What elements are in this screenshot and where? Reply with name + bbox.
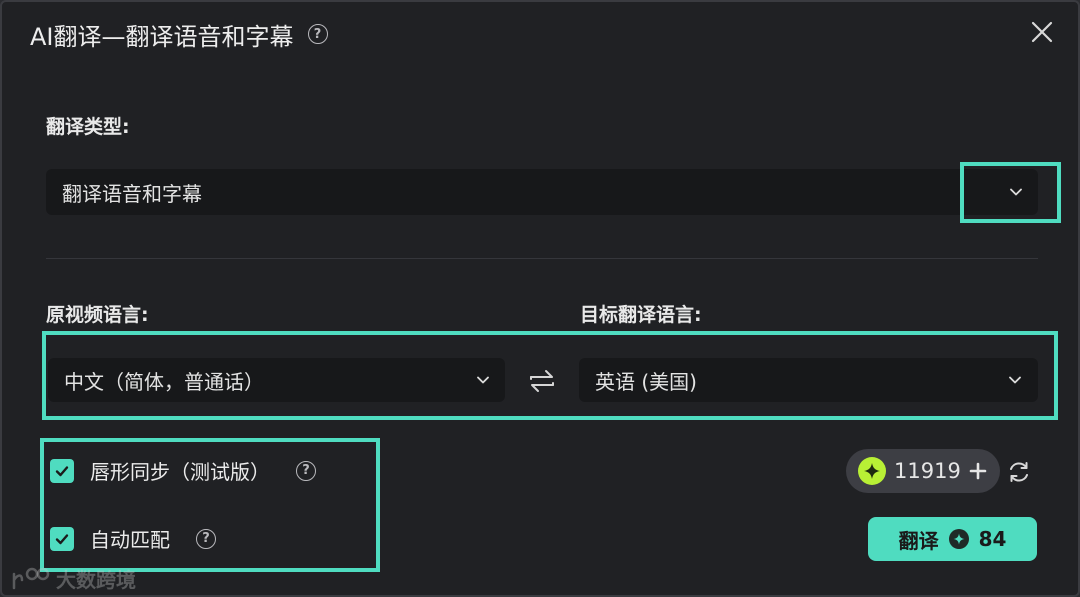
- watermark: 大数跨境: [10, 564, 136, 593]
- dialog-title: AI翻译—翻译语音和字幕: [30, 22, 294, 51]
- sparkle-gem-icon: [858, 457, 886, 485]
- watermark-logo-icon: [12, 567, 50, 589]
- lip-sync-label: 唇形同步（测试版）: [90, 460, 270, 484]
- divider: [46, 258, 1038, 259]
- target-language-select[interactable]: 英语 (美国): [579, 358, 1038, 402]
- help-icon[interactable]: ?: [196, 528, 216, 549]
- translation-type-select[interactable]: 翻译语音和字幕: [46, 169, 1038, 215]
- watermark-text: 大数跨境: [56, 568, 136, 592]
- refresh-icon[interactable]: [1006, 459, 1032, 485]
- translate-button-label: 翻译: [898, 528, 939, 553]
- translation-type-label: 翻译类型:: [46, 116, 130, 138]
- swap-arrows-icon[interactable]: [526, 365, 558, 397]
- chevron-down-icon[interactable]: [1008, 184, 1024, 200]
- translate-cost: 84: [978, 527, 1007, 551]
- source-language-value: 中文（简体，普通话）: [64, 369, 264, 394]
- ai-translate-dialog: AI翻译—翻译语音和字幕 ? 翻译类型: 翻译语音和字幕 原视频语言: 目标翻译…: [0, 0, 1080, 597]
- translate-button[interactable]: 翻译 84: [868, 517, 1037, 561]
- credits-balance[interactable]: 11919: [846, 449, 1000, 493]
- target-language-value: 英语 (美国): [595, 369, 697, 394]
- auto-match-label: 自动匹配: [90, 528, 170, 552]
- coin-icon: [948, 529, 969, 549]
- credits-value: 11919: [894, 459, 961, 483]
- check-icon: [55, 533, 69, 544]
- help-icon[interactable]: ?: [307, 24, 328, 44]
- plus-icon[interactable]: [969, 462, 987, 480]
- lip-sync-option[interactable]: 唇形同步（测试版） ?: [50, 456, 316, 485]
- chevron-down-icon[interactable]: [1007, 372, 1023, 388]
- source-language-select[interactable]: 中文（简体，普通话）: [48, 358, 505, 402]
- translation-type-value: 翻译语音和字幕: [62, 181, 202, 206]
- source-language-label: 原视频语言:: [46, 304, 149, 326]
- auto-match-option[interactable]: 自动匹配 ?: [50, 524, 216, 553]
- target-language-label: 目标翻译语言:: [580, 304, 702, 326]
- title-bar: AI翻译—翻译语音和字幕 ?: [30, 16, 328, 52]
- chevron-down-icon[interactable]: [475, 372, 491, 388]
- help-icon[interactable]: ?: [296, 460, 316, 481]
- lip-sync-checkbox[interactable]: [50, 458, 74, 483]
- check-icon: [55, 465, 69, 476]
- auto-match-checkbox[interactable]: [50, 526, 74, 551]
- close-icon[interactable]: [1028, 18, 1056, 46]
